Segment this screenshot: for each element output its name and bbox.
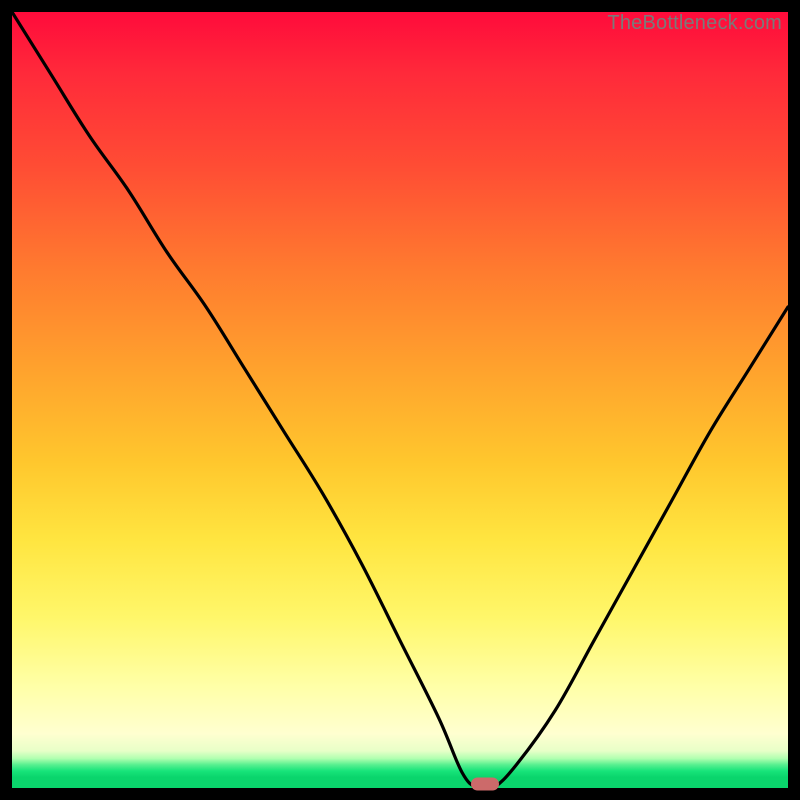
optimum-marker [471,778,499,791]
chart-plot-area: TheBottleneck.com [12,12,788,788]
bottleneck-curve [12,12,788,788]
chart-frame: TheBottleneck.com [0,0,800,800]
watermark-label: TheBottleneck.com [607,12,782,35]
